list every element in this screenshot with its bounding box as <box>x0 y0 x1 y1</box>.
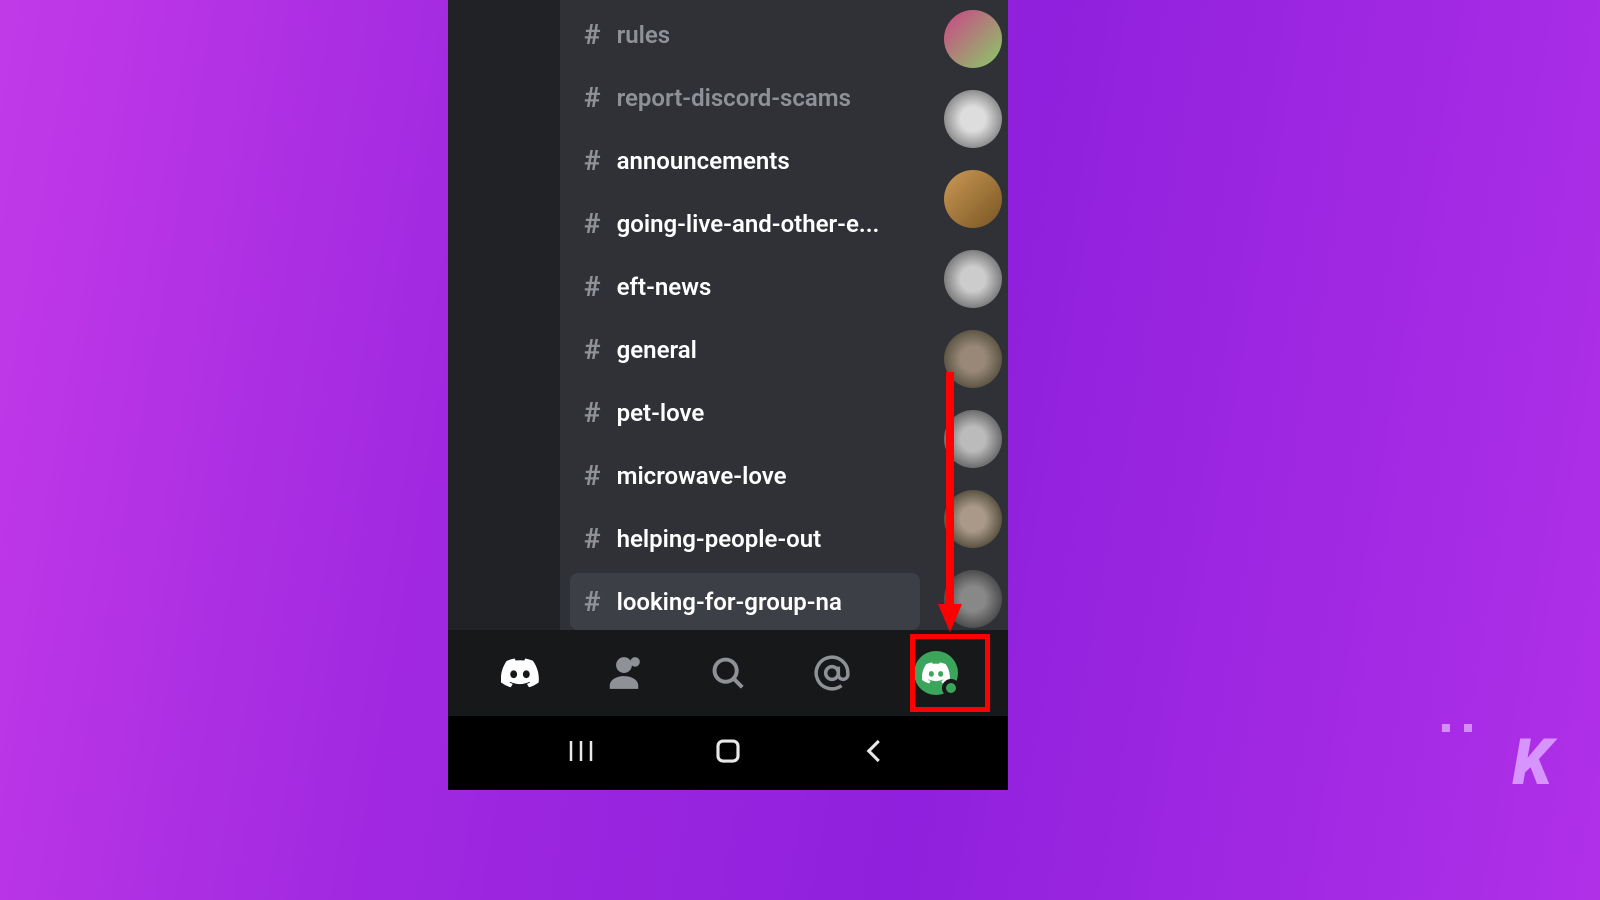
member-avatar[interactable] <box>944 170 1002 228</box>
channel-announcements[interactable]: # announcements <box>570 132 920 189</box>
hash-icon: # <box>584 207 601 240</box>
hash-icon: # <box>584 522 601 555</box>
hash-icon: # <box>584 459 601 492</box>
android-recents-button[interactable] <box>566 736 596 770</box>
channel-label: pet-love <box>617 399 705 427</box>
member-avatar[interactable] <box>944 10 1002 68</box>
channel-pet-love[interactable]: # pet-love <box>570 384 920 441</box>
channel-eft-news[interactable]: # eft-news <box>570 258 920 315</box>
nav-mentions-icon[interactable] <box>807 648 857 698</box>
channel-label: microwave-love <box>617 462 787 490</box>
channel-general[interactable]: # general <box>570 321 920 378</box>
channel-rules[interactable]: # rules <box>570 6 920 63</box>
hash-icon: # <box>584 18 601 51</box>
nav-profile-avatar[interactable] <box>911 648 961 698</box>
android-back-button[interactable] <box>860 736 890 770</box>
server-list-strip[interactable] <box>448 0 560 716</box>
hash-icon: # <box>584 270 601 303</box>
channel-label: rules <box>617 21 671 49</box>
android-system-nav <box>448 716 1008 790</box>
hash-icon: # <box>584 333 601 366</box>
hash-icon: # <box>584 144 601 177</box>
channel-label: general <box>617 336 697 364</box>
channel-label: going-live-and-other-e... <box>617 210 880 238</box>
hash-icon: # <box>584 396 601 429</box>
channel-label: announcements <box>617 147 790 175</box>
channel-label: eft-news <box>617 273 712 301</box>
discord-app: # rules # report-discord-scams # announcement… <box>448 0 1008 716</box>
watermark-dots <box>1442 724 1472 732</box>
nav-discord-logo[interactable] <box>495 648 545 698</box>
member-avatar[interactable] <box>944 250 1002 308</box>
member-avatar[interactable] <box>944 330 1002 388</box>
channel-helping-people-out[interactable]: # helping-people-out <box>570 510 920 567</box>
channel-microwave-love[interactable]: # microwave-love <box>570 447 920 504</box>
hash-icon: # <box>584 585 601 618</box>
nav-friends-icon[interactable] <box>599 648 649 698</box>
status-indicator-online <box>942 679 960 697</box>
android-home-button[interactable] <box>713 736 743 770</box>
member-avatar[interactable] <box>944 490 1002 548</box>
channel-going-live-and-other-e...[interactable]: # going-live-and-other-e... <box>570 195 920 252</box>
channel-label: looking-for-group-na <box>617 588 842 616</box>
hash-icon: # <box>584 81 601 114</box>
channel-label: helping-people-out <box>617 525 822 553</box>
member-avatar[interactable] <box>944 570 1002 628</box>
phone-frame: # rules # report-discord-scams # announcement… <box>448 0 1008 790</box>
watermark-logo: K <box>1512 725 1550 800</box>
bottom-navigation <box>448 630 1008 716</box>
member-list[interactable] <box>938 0 1008 716</box>
member-avatar[interactable] <box>944 90 1002 148</box>
channel-list[interactable]: # rules # report-discord-scams # announcement… <box>560 0 938 716</box>
channel-label: report-discord-scams <box>617 84 851 112</box>
nav-search-icon[interactable] <box>703 648 753 698</box>
channel-looking-for-group-na[interactable]: # looking-for-group-na <box>570 573 920 630</box>
channel-report-discord-scams[interactable]: # report-discord-scams <box>570 69 920 126</box>
member-avatar[interactable] <box>944 410 1002 468</box>
